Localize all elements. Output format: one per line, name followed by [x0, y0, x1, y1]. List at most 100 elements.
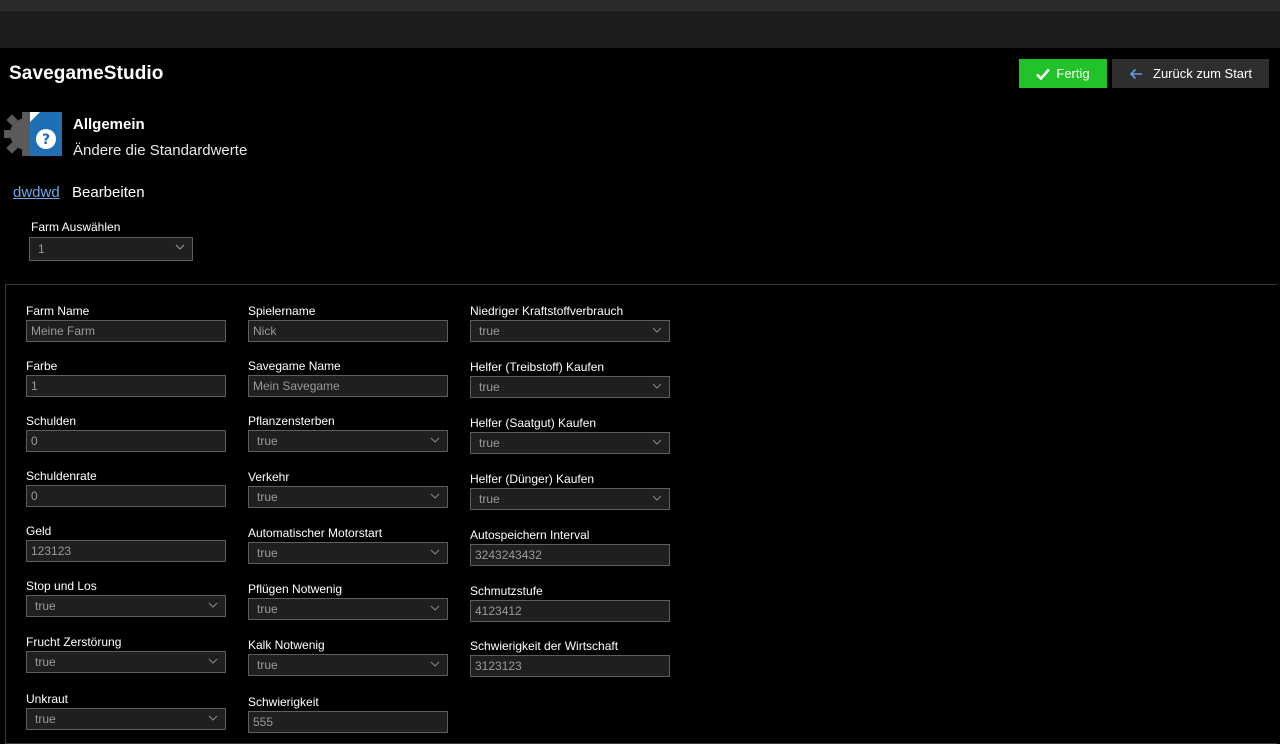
field-16: Niedriger Kraftstoffverbrauch true	[470, 304, 670, 342]
field-18: Helfer (Saatgut) Kaufen true	[470, 416, 670, 454]
field-2: Schulden 0	[26, 414, 226, 452]
field-label: Verkehr	[248, 470, 290, 484]
chevron-down-icon	[430, 493, 440, 499]
text-input[interactable]: 4123412	[470, 600, 670, 622]
field-label: Stop und Los	[26, 579, 97, 593]
field-value: Meine Farm	[31, 324, 96, 338]
done-button-label: Fertig	[1056, 66, 1090, 81]
field-label: Niedriger Kraftstoffverbrauch	[470, 304, 624, 318]
field-value: 0	[31, 489, 38, 503]
field-0: Farm Name Meine Farm	[26, 304, 226, 342]
field-label: Autospeichern Interval	[470, 528, 590, 542]
field-label: Savegame Name	[248, 359, 341, 373]
text-input[interactable]: 555	[248, 711, 448, 733]
field-label: Geld	[26, 524, 52, 538]
text-input[interactable]: 123123	[26, 540, 226, 562]
field-19: Helfer (Dünger) Kaufen true	[470, 472, 670, 510]
field-label: Kalk Notwenig	[248, 638, 325, 652]
text-input[interactable]: 1	[26, 375, 226, 397]
field-value: true	[35, 712, 56, 726]
chevron-down-icon	[430, 437, 440, 443]
field-label: Unkraut	[26, 692, 69, 706]
select-input[interactable]: true	[470, 376, 670, 398]
field-5: Stop und Los true	[26, 579, 226, 617]
field-value: 3243243432	[475, 548, 542, 562]
text-input[interactable]: 3123123	[470, 655, 670, 677]
field-label: Helfer (Dünger) Kaufen	[470, 472, 595, 486]
chevron-down-icon	[175, 244, 185, 250]
field-1: Farbe 1	[26, 359, 226, 397]
chevron-down-icon	[208, 602, 218, 608]
arrow-left-icon	[1129, 68, 1143, 80]
chevron-down-icon	[208, 658, 218, 664]
field-6: Frucht Zerstörung true	[26, 635, 226, 673]
field-value: true	[35, 655, 56, 669]
field-label: Schuldenrate	[26, 469, 97, 483]
field-10: Pflanzensterben true	[248, 414, 448, 452]
select-input[interactable]: true	[248, 598, 448, 620]
back-to-start-button[interactable]: Zurück zum Start	[1112, 59, 1269, 88]
select-input[interactable]: true	[470, 488, 670, 510]
field-3: Schuldenrate 0	[26, 469, 226, 507]
field-label: Pflügen Notwenig	[248, 582, 343, 596]
select-input[interactable]: true	[26, 595, 226, 617]
text-input[interactable]: 0	[26, 430, 226, 452]
breadcrumb-label: Bearbeiten	[72, 184, 145, 201]
field-value: 0	[31, 434, 38, 448]
chevron-down-icon	[652, 383, 662, 389]
field-label: Schulden	[26, 414, 77, 428]
field-value: true	[257, 546, 278, 560]
chevron-down-icon	[430, 661, 440, 667]
field-label: Spielername	[248, 304, 316, 318]
field-12: Automatischer Motorstart true	[248, 526, 448, 564]
field-15: Schwierigkeit 555	[248, 695, 448, 733]
text-input[interactable]: Meine Farm	[26, 320, 226, 342]
farm-select-box[interactable]: 1	[29, 237, 193, 261]
breadcrumb-link[interactable]: dwdwd	[13, 184, 60, 201]
section-title: Allgemein	[73, 116, 145, 133]
farm-select-label: Farm Auswählen	[31, 220, 121, 234]
field-20: Autospeichern Interval 3243243432	[470, 528, 670, 566]
select-input[interactable]: true	[470, 432, 670, 454]
field-9: Savegame Name Mein Savegame	[248, 359, 448, 397]
field-value: true	[479, 380, 500, 394]
field-value: true	[257, 602, 278, 616]
text-input[interactable]: 0	[26, 485, 226, 507]
field-label: Schmutzstufe	[470, 584, 543, 598]
field-11: Verkehr true	[248, 470, 448, 508]
select-input[interactable]: true	[470, 320, 670, 342]
chevron-down-icon	[430, 549, 440, 555]
text-input[interactable]: Mein Savegame	[248, 375, 448, 397]
field-14: Kalk Notwenig true	[248, 638, 448, 676]
back-button-label: Zurück zum Start	[1153, 66, 1252, 81]
settings-help-icon: ?	[4, 104, 64, 164]
field-label: Automatischer Motorstart	[248, 526, 383, 540]
select-input[interactable]: true	[26, 708, 226, 730]
field-value: 3123123	[475, 659, 522, 673]
select-input[interactable]: true	[248, 654, 448, 676]
field-17: Helfer (Treibstoff) Kaufen true	[470, 360, 670, 398]
field-label: Frucht Zerstörung	[26, 635, 122, 649]
field-value: true	[479, 324, 500, 338]
field-label: Schwierigkeit der Wirtschaft	[470, 639, 619, 653]
field-label: Helfer (Saatgut) Kaufen	[470, 416, 597, 430]
chevron-down-icon	[652, 439, 662, 445]
check-icon	[1036, 68, 1051, 80]
field-value: true	[257, 490, 278, 504]
select-input[interactable]: true	[248, 486, 448, 508]
select-input[interactable]: true	[248, 542, 448, 564]
chevron-down-icon	[208, 715, 218, 721]
select-input[interactable]: true	[248, 430, 448, 452]
text-input[interactable]: 3243243432	[470, 544, 670, 566]
text-input[interactable]: Nick	[248, 320, 448, 342]
chevron-down-icon	[652, 495, 662, 501]
field-value: true	[257, 658, 278, 672]
done-button[interactable]: Fertig	[1019, 59, 1107, 88]
select-input[interactable]: true	[26, 651, 226, 673]
field-8: Spielername Nick	[248, 304, 448, 342]
field-value: true	[35, 599, 56, 613]
title-bar[interactable]	[0, 11, 1280, 48]
farm-select[interactable]: 1	[29, 237, 193, 261]
field-value: 555	[253, 715, 274, 729]
section-subtitle: Ändere die Standardwerte	[73, 142, 248, 159]
